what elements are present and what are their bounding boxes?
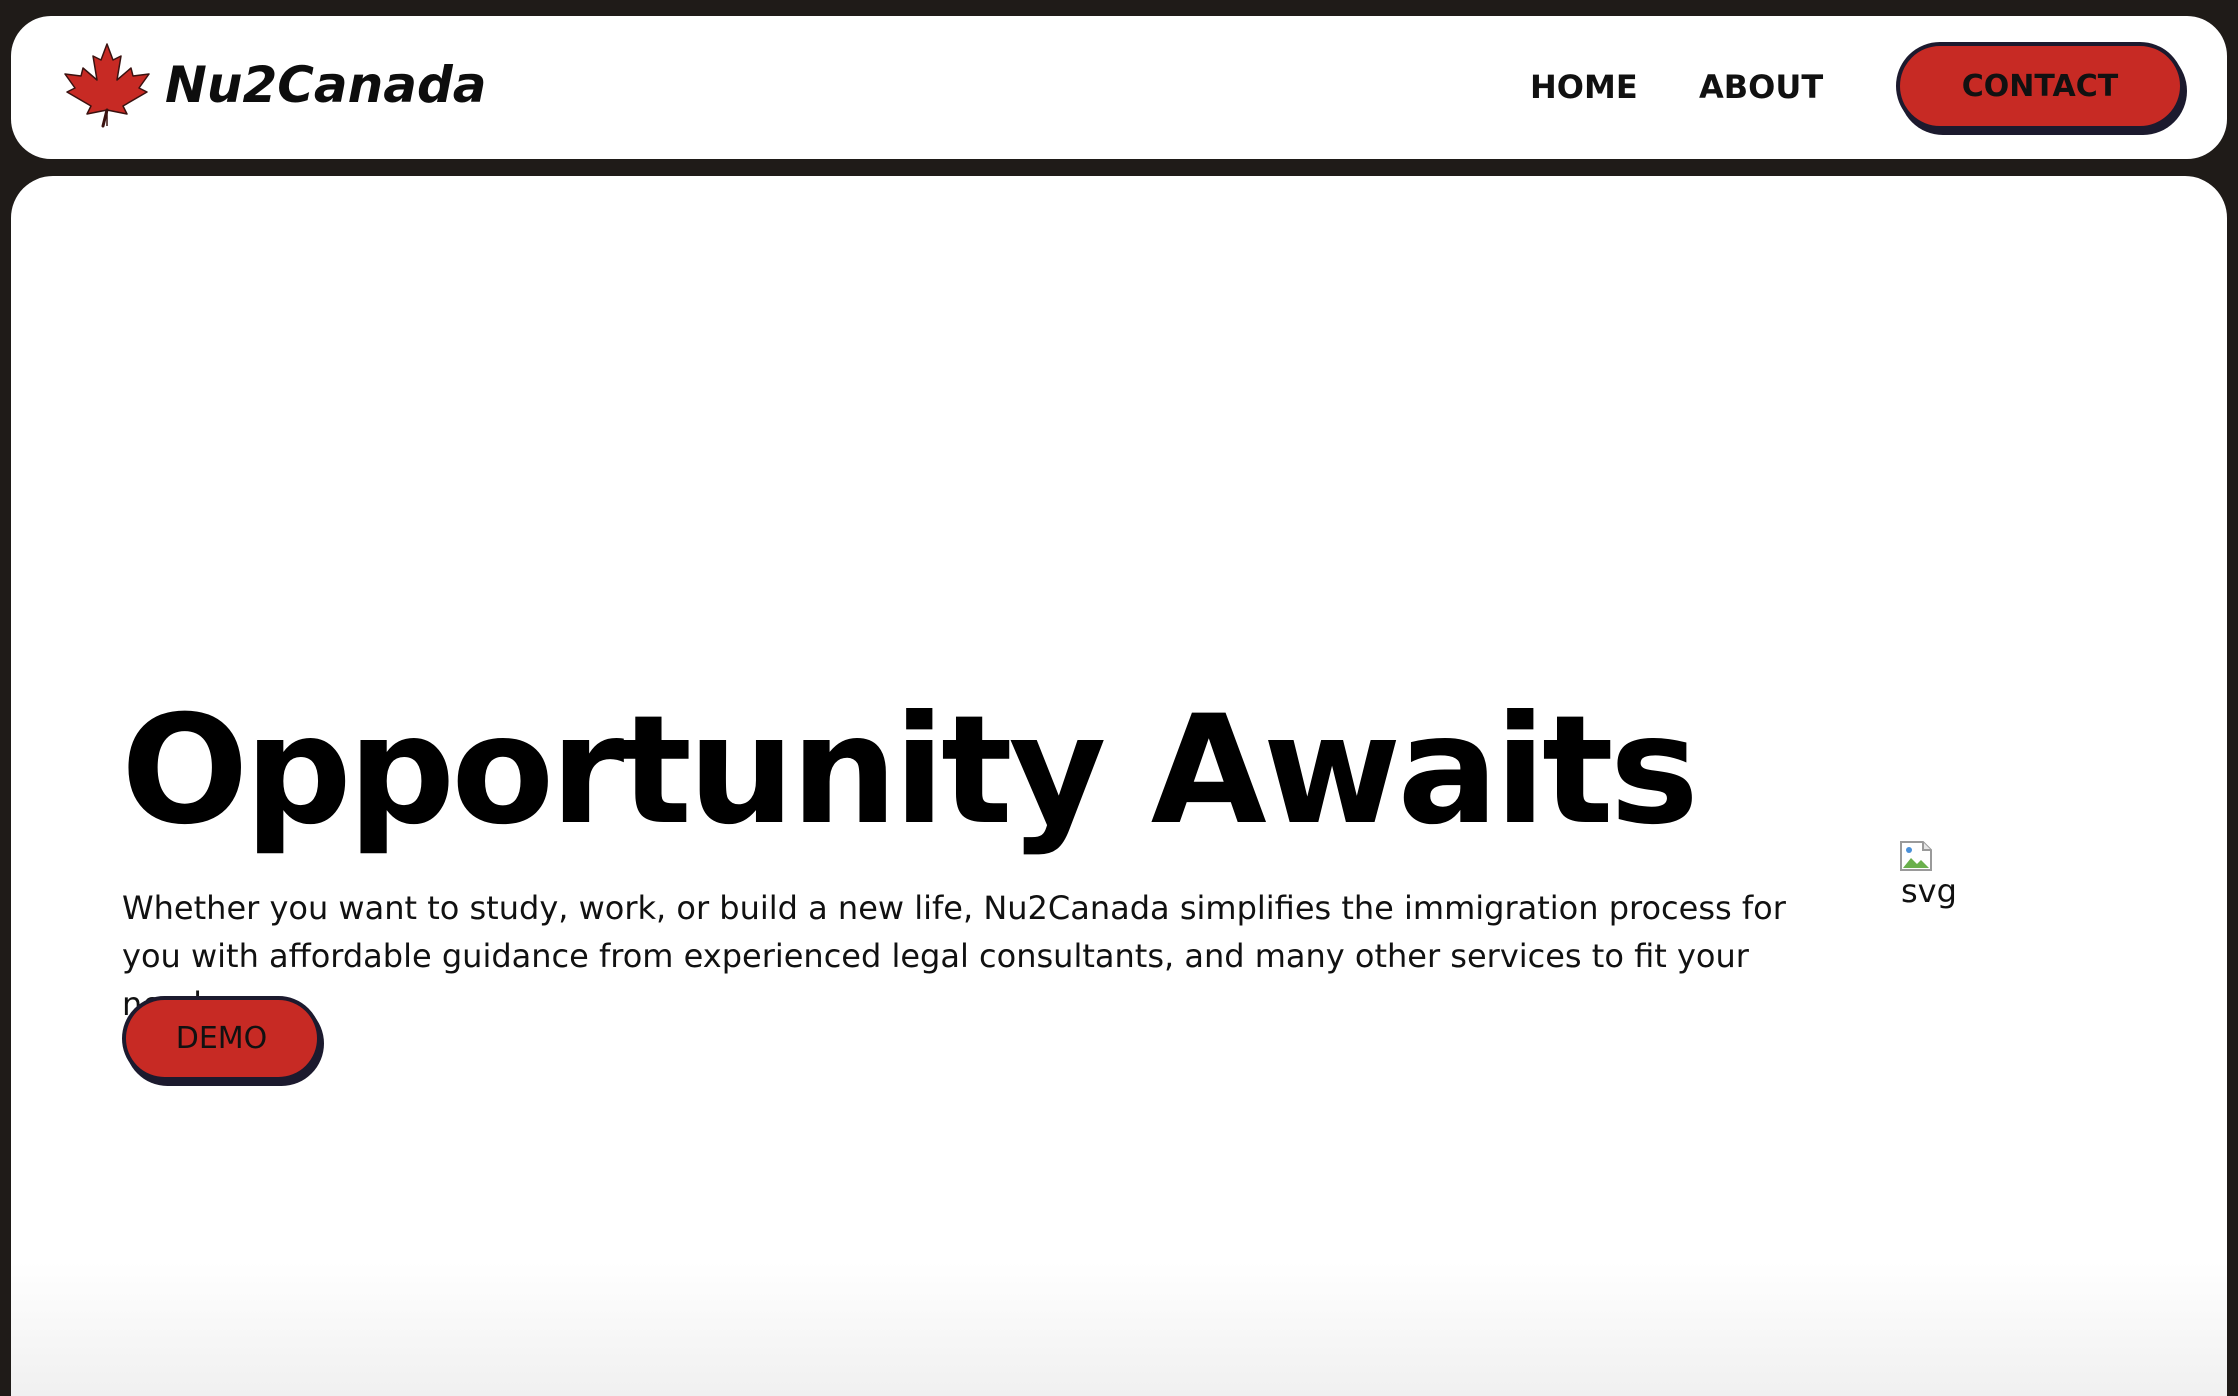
brand-name: Nu2Canada	[165, 56, 487, 114]
top-navbar: Nu2Canada HOME ABOUT CONTACT	[11, 16, 2227, 159]
hero-description: Whether you want to study, work, or buil…	[122, 889, 1786, 1023]
demo-button[interactable]: DEMO	[122, 996, 321, 1081]
hero-section: Opportunity Awaits Whether you want to s…	[11, 176, 2227, 1396]
broken-image-icon	[1900, 841, 1932, 871]
image-alt-text: svg	[1901, 872, 1957, 910]
maple-leaf-icon	[64, 43, 150, 128]
brand-logo[interactable]: Nu2Canada	[57, 40, 487, 130]
contact-button[interactable]: CONTACT	[1896, 42, 2184, 130]
hero-title: Opportunity Awaits	[121, 684, 1699, 858]
hero-image: svg	[1899, 840, 1957, 910]
nav-home-link[interactable]: HOME	[1530, 68, 1638, 106]
nav-about-link[interactable]: ABOUT	[1699, 68, 1823, 106]
